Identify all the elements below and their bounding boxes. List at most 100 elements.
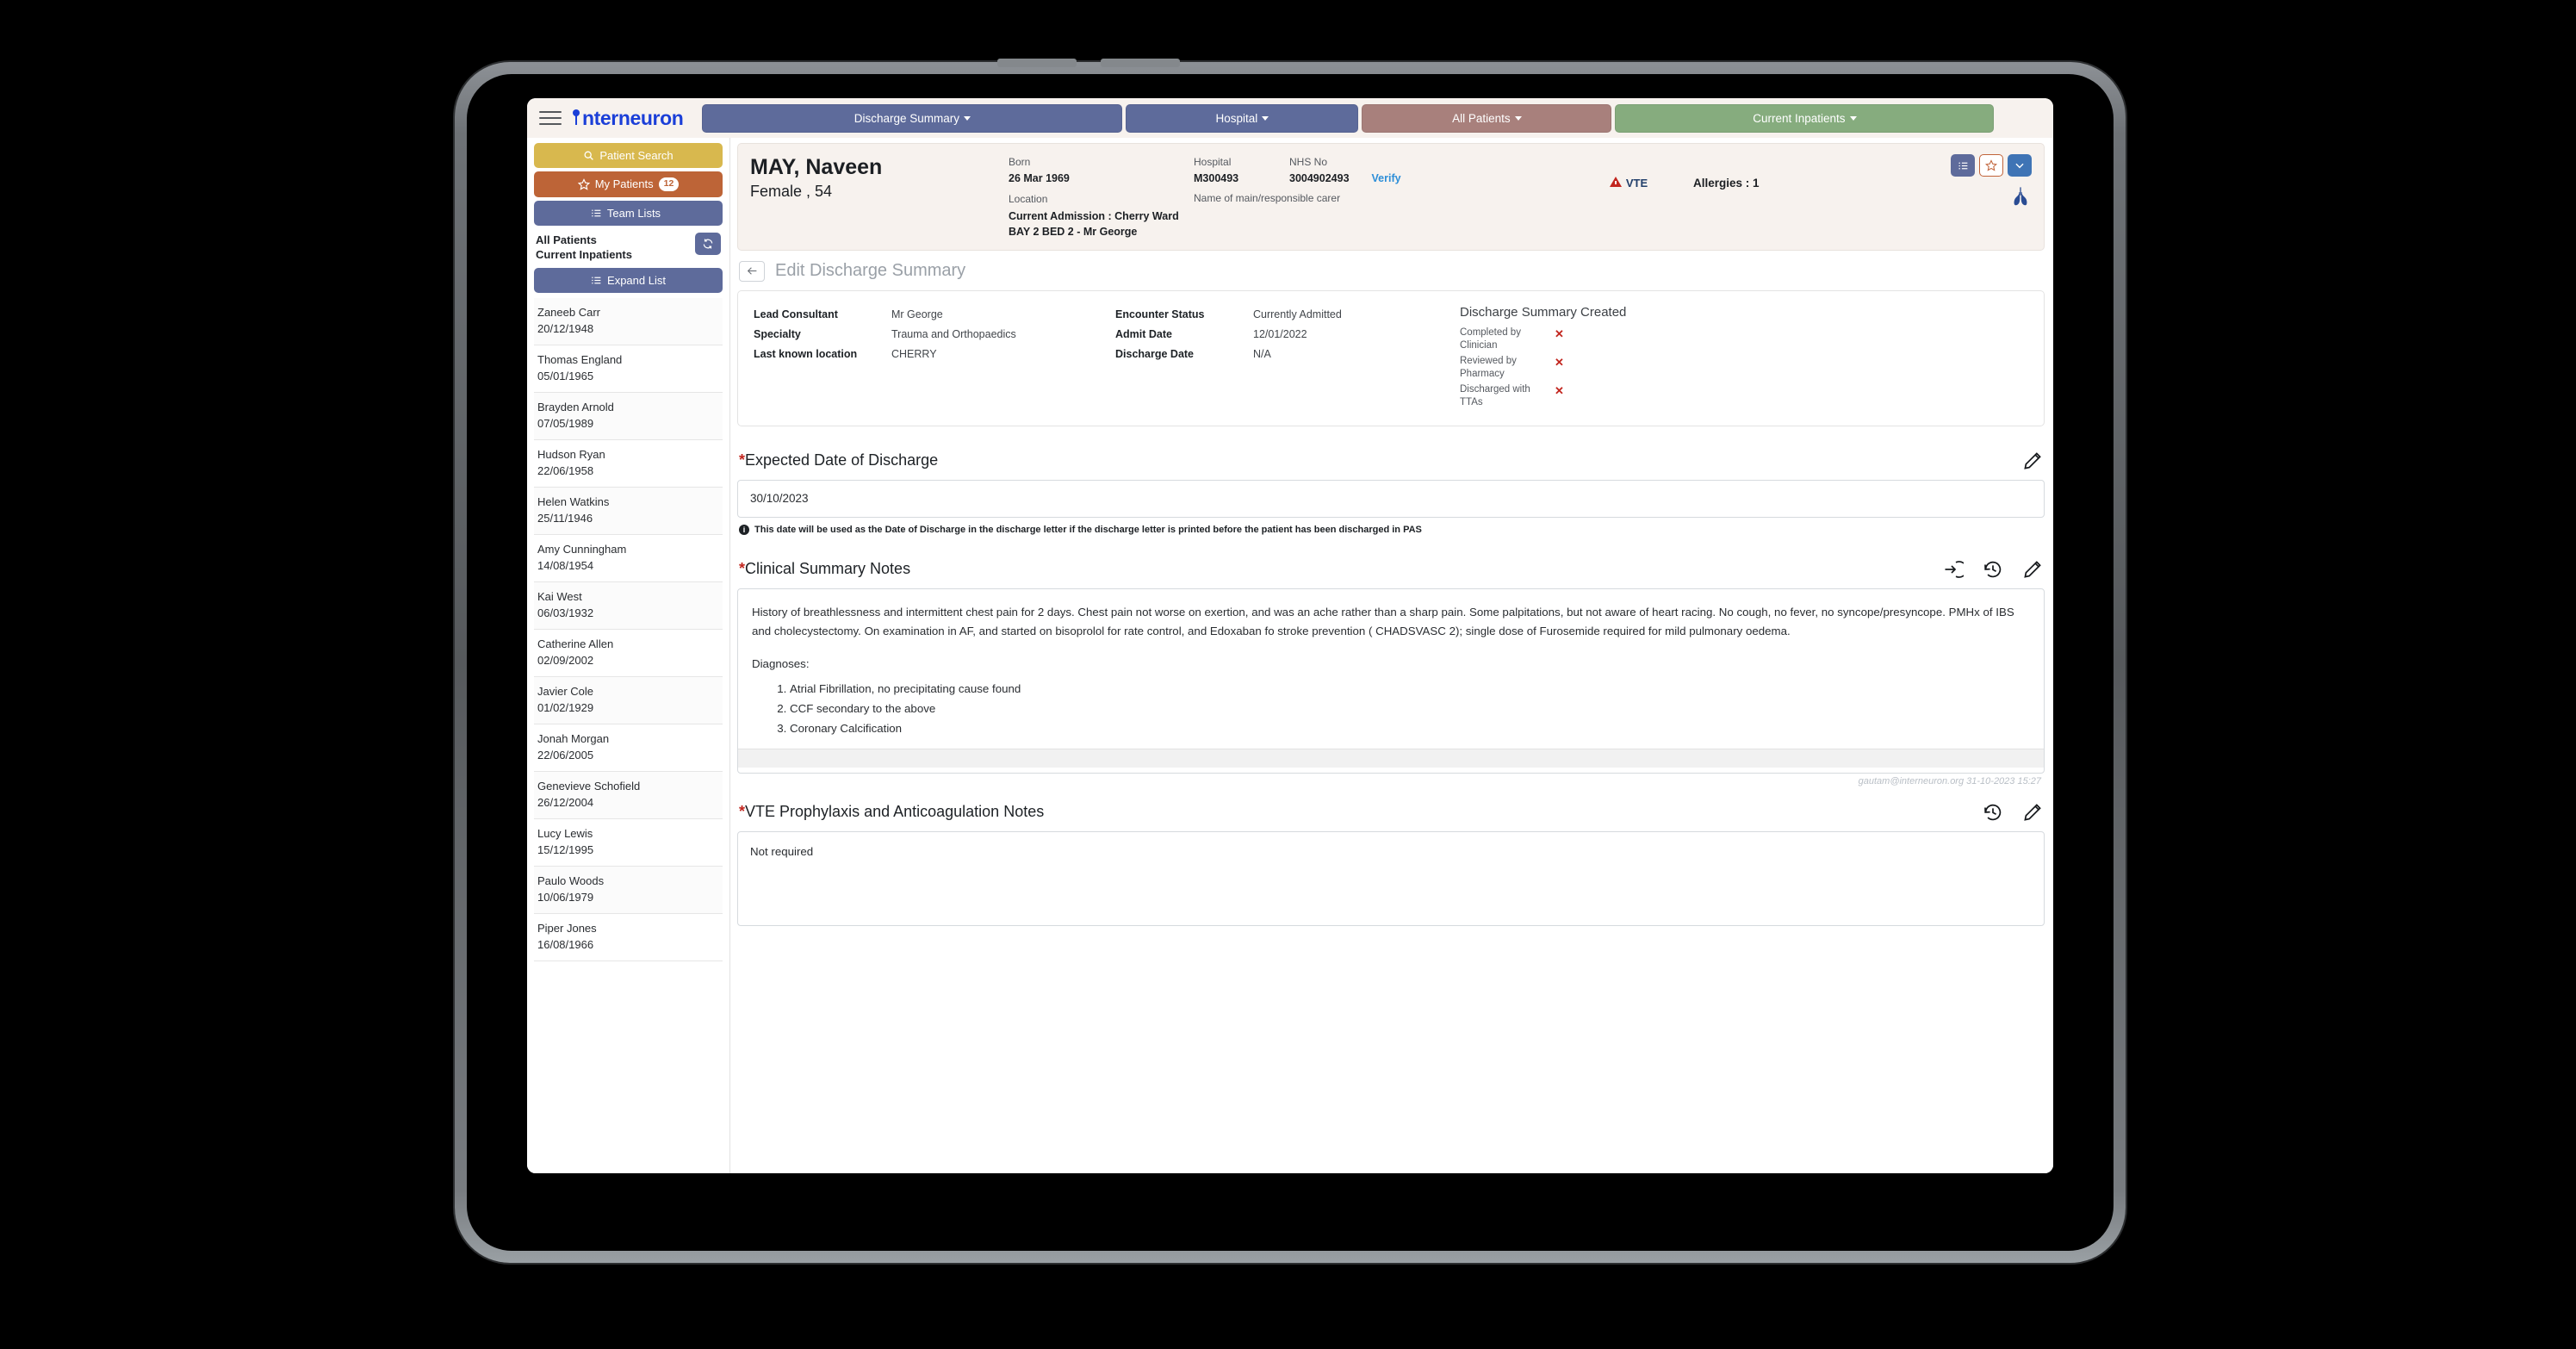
my-patients-button[interactable]: My Patients 12 (534, 171, 723, 197)
list-item[interactable]: Helen Watkins25/11/1946 (534, 488, 723, 535)
list-item[interactable]: Catherine Allen02/09/2002 (534, 630, 723, 677)
vte-notes-editor[interactable]: Not required (737, 831, 2045, 926)
nhs-value: 3004902493 (1289, 171, 1350, 186)
info-icon: i (739, 525, 749, 535)
back-button[interactable] (739, 261, 765, 282)
patient-name: Lucy Lewis (537, 825, 719, 842)
app-logo: nterneuron (570, 107, 683, 130)
dsc-row: Discharged with TTAs ✕ (1460, 383, 2028, 410)
history-icon[interactable] (1983, 559, 2003, 580)
last-known-location-label: Last known location (754, 345, 891, 364)
tablet-volume-button-up (997, 59, 1077, 67)
patient-list[interactable]: Zaneeb Carr20/12/1948Thomas England05/01… (534, 298, 723, 1173)
respiratory-icon[interactable] (2009, 185, 2032, 212)
carer-label: Name of main/responsible carer (1194, 190, 1564, 207)
list-item[interactable]: Genevieve Schofield26/12/2004 (534, 772, 723, 819)
list-item[interactable]: Javier Cole01/02/1929 (534, 677, 723, 724)
expand-list-button[interactable]: Expand List (534, 268, 723, 293)
page-title: Edit Discharge Summary (775, 261, 965, 281)
vte-notes-actions (1983, 802, 2043, 823)
patient-dob: 22/06/1958 (537, 463, 719, 480)
patient-name: Hudson Ryan (537, 446, 719, 463)
search-icon (583, 150, 594, 161)
patient-dob: 15/12/1995 (537, 842, 719, 859)
list-item[interactable]: Jonah Morgan22/06/2005 (534, 724, 723, 772)
list-item[interactable]: Thomas England05/01/1965 (534, 345, 723, 393)
chevron-down-icon (2014, 159, 2026, 171)
patient-dob: 22/06/2005 (537, 747, 719, 764)
tablet-frame: nterneuron Discharge Summary Hospital Al… (455, 62, 2126, 1263)
patient-list-view-button[interactable] (1951, 154, 1975, 177)
interneuron-mark-icon (570, 109, 582, 127)
required-marker: * (739, 803, 745, 820)
patient-dob: 02/09/2002 (537, 652, 719, 669)
editor-status-bar (738, 749, 2044, 768)
nhs-label: NHS No (1289, 154, 1327, 171)
expected-discharge-title-text: Expected Date of Discharge (745, 451, 938, 469)
nav-hospital[interactable]: Hospital (1126, 104, 1358, 133)
nav-current-inpatients[interactable]: Current Inpatients (1615, 104, 1994, 133)
patient-name: Catherine Allen (537, 636, 719, 653)
patient-dob: 06/03/1932 (537, 605, 719, 622)
list-item[interactable]: Hudson Ryan22/06/1958 (534, 440, 723, 488)
pencil-icon[interactable] (2022, 559, 2043, 580)
clinical-summary-notes-section: *Clinical Summary Notes (737, 559, 2045, 786)
nav-all-patients[interactable]: All Patients (1362, 104, 1611, 133)
list-icon (591, 208, 602, 219)
team-lists-button[interactable]: Team Lists (534, 201, 723, 226)
list-item[interactable]: Kai West06/03/1932 (534, 582, 723, 630)
list-item[interactable]: Paulo Woods10/06/1979 (534, 867, 723, 914)
list-item[interactable]: Amy Cunningham14/08/1954 (534, 535, 723, 582)
nav-discharge-summary[interactable]: Discharge Summary (702, 104, 1122, 133)
clinical-summary-notes-editor[interactable]: History of breathlessness and intermitte… (737, 588, 2045, 774)
main-content: MAY, Naveen Female , 54 Born 26 Mar 1969… (730, 138, 2053, 1173)
expand-banner-button[interactable] (2008, 154, 2032, 177)
vte-alert[interactable]: VTE (1564, 154, 1693, 239)
hamburger-menu-icon[interactable] (539, 111, 562, 125)
column-spacer (1064, 305, 1115, 412)
born-value: 26 Mar 1969 (1009, 171, 1194, 186)
patient-born-location: Born 26 Mar 1969 Location Current Admiss… (1009, 154, 1194, 239)
expected-discharge-actions (2022, 451, 2043, 471)
expected-discharge-title: *Expected Date of Discharge (739, 451, 938, 469)
born-label: Born (1009, 154, 1194, 171)
refresh-list-button[interactable] (695, 233, 721, 255)
favourite-patient-button[interactable] (1979, 154, 2003, 177)
edit-discharge-header: Edit Discharge Summary (737, 251, 2045, 290)
list-item[interactable]: Lucy Lewis15/12/1995 (534, 819, 723, 867)
vte-notes-header: *VTE Prophylaxis and Anticoagulation Not… (737, 802, 2045, 831)
pencil-icon[interactable] (2022, 451, 2043, 471)
import-icon[interactable] (1943, 559, 1964, 580)
last-known-location-value: CHERRY (891, 345, 1064, 364)
nav-hospital-label: Hospital (1216, 112, 1258, 125)
hospital-value: M300493 (1194, 171, 1267, 186)
chevron-down-icon (1515, 116, 1522, 121)
vte-notes-section: *VTE Prophylaxis and Anticoagulation Not… (737, 802, 2045, 926)
clinical-summary-notes-title-text: Clinical Summary Notes (745, 560, 910, 577)
star-icon (1985, 159, 1997, 171)
vte-alert-label: VTE (1626, 177, 1648, 190)
verify-link[interactable]: Verify (1372, 171, 1401, 186)
completed-by-clinician-status: ✕ (1555, 326, 1564, 342)
history-icon[interactable] (1983, 802, 2003, 823)
expected-discharge-section: *Expected Date of Discharge 30/10/2023 (737, 451, 2045, 535)
list-item[interactable]: Brayden Arnold07/05/1989 (534, 393, 723, 440)
hospital-label: Hospital (1194, 154, 1267, 171)
patient-search-button[interactable]: Patient Search (534, 143, 723, 168)
patient-list-header: All Patients Current Inpatients (534, 229, 723, 264)
encounter-status-label: Encounter Status (1115, 305, 1253, 325)
admit-date-label: Admit Date (1115, 325, 1253, 345)
list-item: Coronary Calcification (790, 718, 2030, 738)
chevron-down-icon (1850, 116, 1857, 121)
encounter-status-value: Currently Admitted (1253, 305, 1425, 325)
pencil-icon[interactable] (2022, 802, 2043, 823)
nav-all-patients-label: All Patients (1452, 112, 1511, 125)
top-navigation-bar: nterneuron Discharge Summary Hospital Al… (527, 98, 2053, 138)
patient-dob: 26/12/2004 (537, 794, 719, 811)
expected-discharge-input[interactable]: 30/10/2023 (737, 480, 2045, 518)
list-item[interactable]: Zaneeb Carr20/12/1948 (534, 298, 723, 345)
tablet-screen: nterneuron Discharge Summary Hospital Al… (467, 74, 2114, 1251)
completed-by-clinician-label: Completed by Clinician (1460, 326, 1555, 353)
list-item[interactable]: Piper Jones16/08/1966 (534, 914, 723, 961)
diagnoses-list: Atrial Fibrillation, no precipitating ca… (790, 679, 2030, 739)
